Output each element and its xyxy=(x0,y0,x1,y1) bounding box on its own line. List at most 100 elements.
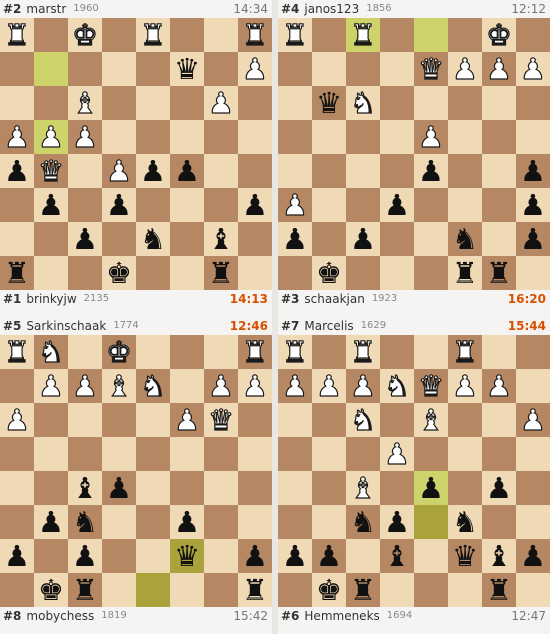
square-a4[interactable]: ♟ xyxy=(0,154,34,188)
black-bishop-icon[interactable]: ♝ xyxy=(384,539,410,573)
white-pawn-icon[interactable]: ♟ xyxy=(3,402,30,437)
black-pawn-icon[interactable]: ♟ xyxy=(174,505,200,539)
square-h3[interactable]: ♟ xyxy=(238,188,272,222)
square-c2[interactable]: ♟ xyxy=(68,539,102,573)
square-c5[interactable] xyxy=(68,437,102,471)
square-f8[interactable] xyxy=(170,18,204,52)
square-e8[interactable] xyxy=(414,335,448,369)
square-e3[interactable] xyxy=(414,505,448,539)
square-d1[interactable] xyxy=(380,256,414,290)
white-rook-icon[interactable]: ♜ xyxy=(349,17,376,52)
square-h5[interactable] xyxy=(238,437,272,471)
square-b2[interactable]: ♟ xyxy=(312,539,346,573)
square-e4[interactable] xyxy=(136,471,170,505)
white-bishop-icon[interactable]: ♝ xyxy=(349,470,376,505)
square-g1[interactable]: ♜ xyxy=(482,573,516,607)
square-a5[interactable] xyxy=(278,437,312,471)
square-b4[interactable] xyxy=(312,154,346,188)
square-b7[interactable]: ♟ xyxy=(34,368,68,404)
square-d7[interactable] xyxy=(380,52,414,86)
square-c7[interactable]: ♟ xyxy=(68,368,102,404)
square-e6[interactable]: ♝ xyxy=(414,402,448,438)
square-g2[interactable]: ♝ xyxy=(482,539,516,573)
square-d2[interactable]: ♝ xyxy=(380,539,414,573)
square-d2[interactable] xyxy=(380,222,414,256)
square-e8[interactable] xyxy=(414,18,448,52)
square-d8[interactable]: ♚ xyxy=(102,334,136,370)
square-g7[interactable] xyxy=(204,52,238,86)
square-g2[interactable] xyxy=(204,539,238,573)
chess-board[interactable]: ♜ ♜ ♚ ♛ ♟ ♟ ♟ ♛ ♞ ♟ ♟ ♟ ♟ ♟ ♟ ♟ ♟ ♞ ♟ ♚ ♜ ♜ xyxy=(278,17,550,290)
black-bishop-icon[interactable]: ♝ xyxy=(72,471,98,505)
square-g6[interactable]: ♛ xyxy=(204,402,238,438)
square-e8[interactable]: ♜ xyxy=(136,17,170,53)
square-c6[interactable]: ♞ xyxy=(346,402,380,438)
black-rook-icon[interactable]: ♜ xyxy=(242,573,268,607)
white-pawn-icon[interactable]: ♟ xyxy=(519,51,546,86)
black-pawn-icon[interactable]: ♟ xyxy=(140,154,166,188)
square-b8[interactable] xyxy=(312,18,346,52)
square-b7[interactable] xyxy=(34,52,68,86)
white-bishop-icon[interactable]: ♝ xyxy=(105,368,132,403)
square-f7[interactable]: ♛ xyxy=(170,52,204,86)
square-c5[interactable] xyxy=(346,120,380,154)
black-rook-icon[interactable]: ♜ xyxy=(452,256,478,290)
white-pawn-icon[interactable]: ♟ xyxy=(519,402,546,437)
square-e4[interactable]: ♟ xyxy=(414,471,448,505)
square-g8[interactable] xyxy=(204,335,238,369)
square-b8[interactable] xyxy=(34,18,68,52)
square-a3[interactable] xyxy=(278,505,312,539)
square-c4[interactable] xyxy=(68,154,102,188)
white-pawn-icon[interactable]: ♟ xyxy=(207,368,234,403)
square-e3[interactable] xyxy=(414,188,448,222)
square-f1[interactable]: ♜ xyxy=(448,256,482,290)
square-e2[interactable] xyxy=(414,222,448,256)
square-f4[interactable] xyxy=(448,154,482,188)
square-e1[interactable] xyxy=(414,573,448,607)
white-bishop-icon[interactable]: ♝ xyxy=(71,85,98,120)
square-b7[interactable] xyxy=(312,52,346,86)
square-h7[interactable]: ♟ xyxy=(238,51,272,87)
square-h3[interactable] xyxy=(516,505,550,539)
white-queen-icon[interactable]: ♛ xyxy=(207,402,234,437)
black-pawn-icon[interactable]: ♟ xyxy=(384,188,410,222)
square-b2[interactable] xyxy=(34,539,68,573)
square-e4[interactable]: ♟ xyxy=(136,154,170,188)
square-d8[interactable] xyxy=(102,18,136,52)
white-pawn-icon[interactable]: ♟ xyxy=(451,368,478,403)
square-f1[interactable] xyxy=(170,573,204,607)
square-b3[interactable] xyxy=(312,188,346,222)
square-f6[interactable] xyxy=(170,86,204,120)
black-pawn-icon[interactable]: ♟ xyxy=(316,539,342,573)
black-pawn-icon[interactable]: ♟ xyxy=(4,539,30,573)
square-h5[interactable] xyxy=(516,437,550,471)
square-h7[interactable]: ♟ xyxy=(238,368,272,404)
white-knight-icon[interactable]: ♞ xyxy=(349,402,376,437)
square-a6[interactable]: ♟ xyxy=(0,402,34,438)
square-h7[interactable]: ♟ xyxy=(516,51,550,87)
square-a8[interactable]: ♜ xyxy=(278,17,312,53)
black-king-icon[interactable]: ♚ xyxy=(316,256,342,290)
square-b3[interactable] xyxy=(312,505,346,539)
black-pawn-icon[interactable]: ♟ xyxy=(106,471,132,505)
square-h2[interactable]: ♟ xyxy=(238,539,272,573)
square-c6[interactable] xyxy=(68,403,102,437)
square-h4[interactable] xyxy=(516,471,550,505)
player-name[interactable]: Marcelis xyxy=(304,317,353,335)
square-f2[interactable]: ♛ xyxy=(448,539,482,573)
square-d8[interactable] xyxy=(380,18,414,52)
square-e1[interactable] xyxy=(136,256,170,290)
white-king-icon[interactable]: ♚ xyxy=(105,334,132,369)
square-c7[interactable]: ♟ xyxy=(346,368,380,404)
square-a3[interactable] xyxy=(0,505,34,539)
white-pawn-icon[interactable]: ♟ xyxy=(281,187,308,222)
black-queen-icon[interactable]: ♛ xyxy=(174,539,200,573)
square-f5[interactable] xyxy=(448,120,482,154)
square-h1[interactable] xyxy=(238,256,272,290)
square-f4[interactable]: ♟ xyxy=(170,154,204,188)
white-pawn-icon[interactable]: ♟ xyxy=(3,119,30,154)
black-pawn-icon[interactable]: ♟ xyxy=(520,188,546,222)
square-e1[interactable] xyxy=(414,256,448,290)
square-d2[interactable] xyxy=(102,222,136,256)
square-f3[interactable] xyxy=(448,188,482,222)
